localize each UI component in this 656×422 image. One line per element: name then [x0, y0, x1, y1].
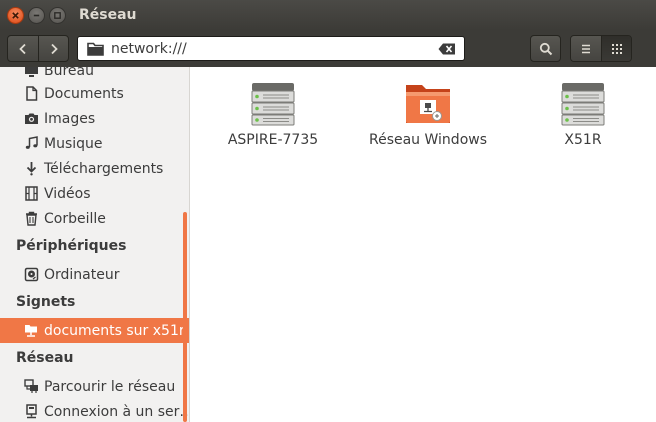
minimize-icon — [33, 14, 40, 16]
sidebar-item-telechargements[interactable]: Téléchargements — [0, 156, 189, 181]
file-view: ASPIRE-7735 Réseau Windows X51R — [191, 67, 656, 422]
sidebar-item-label: Images — [44, 110, 96, 127]
sidebar-item-parcourir-reseau[interactable]: Parcourir le réseau — [0, 374, 189, 399]
folder-icon — [87, 42, 104, 56]
list-view-icon — [582, 44, 590, 53]
sidebar: Bureau Documents Images Musique Téléchar… — [0, 67, 190, 422]
sidebar-item-documents[interactable]: Documents — [0, 81, 189, 106]
film-icon — [23, 185, 40, 202]
sidebar-item-label: Parcourir le réseau — [44, 378, 176, 395]
title-bar: Réseau — [0, 0, 656, 30]
search-icon — [539, 42, 552, 55]
desktop-icon — [23, 67, 40, 79]
sidebar-scrollbar[interactable] — [183, 212, 187, 422]
sidebar-item-label: Bureau — [44, 67, 94, 79]
sidebar-item-label: Vidéos — [44, 185, 91, 202]
server-connect-icon — [23, 403, 40, 420]
harddisk-icon — [23, 266, 40, 283]
window-title: Réseau — [79, 7, 137, 23]
maximize-icon — [54, 11, 61, 19]
search-button[interactable] — [530, 35, 561, 62]
close-icon — [12, 11, 19, 19]
grid-view-icon — [611, 43, 622, 54]
sidebar-item-label: Connexion à un ser… — [44, 403, 190, 420]
chevron-left-icon — [19, 43, 26, 54]
sidebar-item-label: Corbeille — [44, 210, 106, 227]
back-button[interactable] — [8, 36, 38, 61]
view-mode-buttons — [570, 35, 632, 62]
maximize-window-button[interactable] — [49, 6, 66, 24]
network-item-label: Réseau Windows — [368, 132, 487, 148]
sidebar-item-ordinateur[interactable]: Ordinateur — [0, 262, 189, 287]
sidebar-item-videos[interactable]: Vidéos — [0, 181, 189, 206]
document-icon — [23, 85, 40, 102]
network-item-x51r[interactable]: X51R — [508, 79, 656, 148]
download-icon — [23, 160, 40, 177]
sidebar-item-label: Documents — [44, 85, 124, 102]
network-item-reseau-windows[interactable]: Réseau Windows — [353, 79, 503, 148]
network-item-label: ASPIRE-7735 — [227, 132, 319, 148]
location-input[interactable]: network:/// — [111, 41, 438, 57]
sidebar-item-musique[interactable]: Musique — [0, 131, 189, 156]
location-bar[interactable]: network:/// — [77, 36, 465, 61]
trash-icon — [23, 210, 40, 227]
sidebar-item-label: Ordinateur — [44, 266, 120, 283]
sidebar-item-label: Téléchargements — [44, 160, 164, 177]
sidebar-item-connexion-serveur[interactable]: Connexion à un ser… — [0, 399, 189, 422]
camera-icon — [23, 110, 40, 127]
network-share-icon — [23, 322, 40, 339]
sidebar-item-label: documents sur x51r — [44, 322, 185, 339]
server-icon — [251, 83, 295, 126]
sidebar-item-images[interactable]: Images — [0, 106, 189, 131]
sidebar-item-documents-sur-x51r[interactable]: documents sur x51r — [0, 318, 189, 343]
section-heading-devices: Périphériques — [16, 238, 127, 254]
navigation-buttons — [7, 35, 69, 62]
toolbar: network:/// — [0, 30, 656, 67]
network-icon — [23, 378, 40, 395]
close-window-button[interactable] — [7, 6, 24, 24]
windows-network-folder-icon — [406, 85, 450, 123]
music-icon — [23, 135, 40, 152]
forward-button[interactable] — [38, 36, 68, 61]
clear-location-icon[interactable] — [438, 43, 456, 55]
chevron-right-icon — [50, 43, 58, 54]
section-heading-network: Réseau — [16, 350, 74, 366]
section-heading-bookmarks: Signets — [16, 294, 76, 310]
grid-view-button[interactable] — [601, 36, 631, 61]
sidebar-item-label: Musique — [44, 135, 103, 152]
sidebar-item-corbeille[interactable]: Corbeille — [0, 206, 189, 231]
list-view-button[interactable] — [571, 36, 601, 61]
network-item-label: X51R — [564, 132, 602, 148]
minimize-window-button[interactable] — [28, 6, 45, 24]
network-item-aspire-7735[interactable]: ASPIRE-7735 — [198, 79, 348, 148]
server-icon — [561, 83, 605, 126]
